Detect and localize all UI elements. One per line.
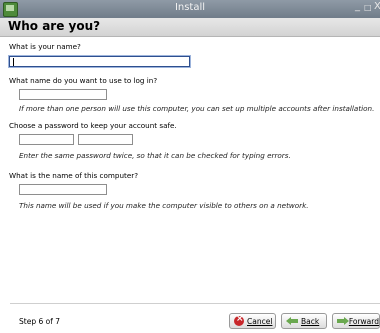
login-label: What name do you want to use to log in? (9, 76, 158, 85)
forward-arrow-icon (337, 317, 349, 325)
name-label: What is your name? (9, 42, 81, 51)
password-input[interactable] (19, 134, 74, 145)
back-button[interactable]: Back (281, 313, 327, 329)
computer-name-label: What is the name of this computer? (9, 171, 139, 180)
close-button[interactable]: X (374, 1, 380, 12)
cancel-button-label: Cancel (247, 316, 273, 326)
minimize-button[interactable]: _ (355, 1, 360, 12)
window-title: Install (174, 2, 206, 13)
step-indicator: Step 6 of 7 (19, 317, 61, 326)
computer-name-hint: This name will be used if you make the c… (19, 201, 309, 210)
password-hint: Enter the same password twice, so that i… (19, 151, 291, 160)
footer-divider (10, 303, 380, 304)
name-input[interactable] (9, 56, 190, 67)
forward-button[interactable]: Forward (332, 313, 380, 329)
text-caret (13, 58, 14, 66)
page-header: Who are you? (0, 18, 380, 37)
login-input[interactable] (19, 89, 107, 100)
forward-button-label: Forward (348, 316, 379, 326)
cancel-icon (234, 314, 244, 326)
back-button-label: Back (301, 316, 320, 326)
page-title: Who are you? (8, 19, 101, 33)
back-arrow-icon (286, 317, 298, 325)
window-titlebar: Install _ □ X (0, 0, 380, 18)
computer-name-input[interactable] (19, 184, 107, 195)
password-label: Choose a password to keep your account s… (9, 121, 177, 130)
login-hint: If more than one person will use this co… (19, 104, 375, 113)
cancel-button[interactable]: Cancel (229, 313, 276, 329)
maximize-button[interactable]: □ (364, 3, 372, 12)
password-confirm-input[interactable] (78, 134, 133, 145)
